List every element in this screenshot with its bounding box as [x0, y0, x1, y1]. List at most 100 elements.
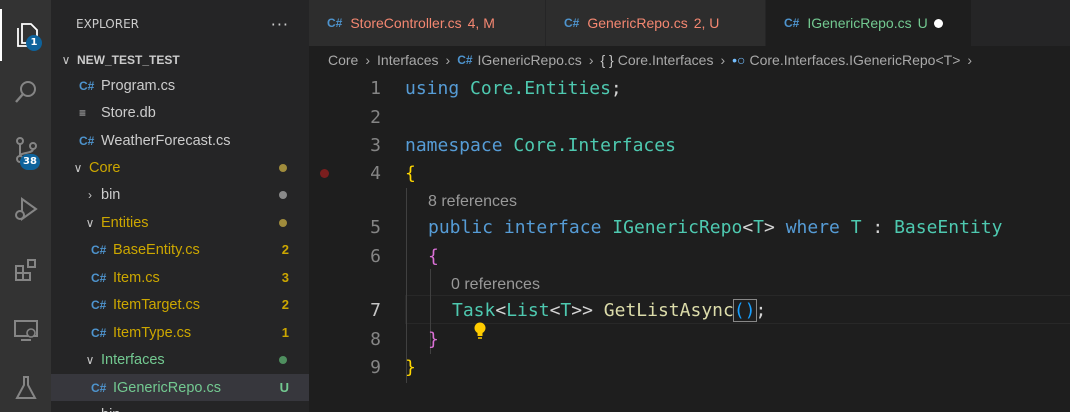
line-number: 2 — [370, 107, 381, 128]
folder-item[interactable]: ∨ Core — [51, 154, 309, 181]
chevron-down-icon: ∨ — [73, 160, 83, 175]
code-line: 3 namespace Core.Interfaces — [309, 131, 1070, 160]
tab-status: 4, M — [467, 15, 495, 31]
code-line: 9 } — [309, 353, 1070, 382]
problem-count: 2 — [281, 297, 289, 312]
file-item-selected[interactable]: C# IGenericRepo.cs U — [51, 374, 309, 401]
namespace-icon: { } — [600, 52, 614, 68]
breadcrumb-item[interactable]: Core.Interfaces — [618, 52, 714, 68]
file-label: BaseEntity.cs — [113, 241, 200, 258]
csharp-file-icon: C# — [564, 16, 580, 30]
tab-title: IGenericRepo.cs — [807, 15, 912, 31]
ignored-dot — [279, 190, 287, 199]
activity-bar: 1 38 — [0, 0, 51, 412]
source-control-icon[interactable]: 38 — [0, 124, 51, 176]
file-label: Store.db — [101, 104, 156, 121]
breadcrumb-item[interactable]: Interfaces — [377, 52, 438, 68]
chevron-down-icon: ∨ — [61, 52, 71, 67]
code-line: 6 { — [309, 242, 1070, 271]
tab-genericrepo[interactable]: C# GenericRepo.cs 2, U — [546, 0, 766, 46]
line-number: 4 — [370, 163, 381, 184]
code-text: } — [428, 329, 439, 350]
codelens-references[interactable]: 0 references — [451, 271, 540, 299]
untracked-badge: U — [279, 380, 289, 395]
folder-item[interactable]: ∨ Entities — [51, 209, 309, 236]
line-number: 8 — [370, 329, 381, 350]
chevron-down-icon: ∨ — [85, 215, 95, 230]
problem-count: 3 — [281, 270, 289, 285]
modified-dot — [279, 163, 287, 172]
folder-item[interactable]: › bin — [51, 401, 309, 412]
csharp-file-icon: C# — [91, 325, 107, 340]
database-file-icon: ≡ — [79, 105, 87, 120]
code-line: 2 — [309, 103, 1070, 132]
tab-status: 2, U — [693, 15, 720, 31]
extensions-icon[interactable] — [0, 244, 51, 296]
chevron-right-icon: › — [83, 408, 97, 412]
tab-title: StoreController.cs — [350, 15, 462, 31]
file-item[interactable]: C# BaseEntity.cs 2 — [51, 236, 309, 263]
chevron-right-icon: › — [967, 52, 973, 68]
code-text: public interface IGenericRepo<T> where T… — [428, 217, 1003, 238]
breakpoint-icon[interactable] — [320, 169, 329, 178]
folder-label: Entities — [101, 214, 149, 231]
testing-icon[interactable] — [0, 362, 51, 412]
workspace-folder[interactable]: ∨ NEW_TEST_TEST — [51, 46, 309, 73]
remote-explorer-icon[interactable] — [0, 304, 51, 356]
chevron-right-icon: › — [588, 52, 594, 68]
explorer-sidebar: EXPLORER ··· ∨ NEW_TEST_TEST C# Program.… — [51, 0, 309, 412]
file-item[interactable]: C# ItemType.cs 1 — [51, 319, 309, 346]
code-line: 1 using Core.Entities; — [309, 74, 1070, 103]
csharp-file-icon: C# — [784, 16, 800, 30]
chevron-right-icon: › — [88, 187, 92, 202]
file-label: Item.cs — [113, 269, 160, 286]
breadcrumb-item[interactable]: IGenericRepo.cs — [478, 52, 582, 68]
codelens-references[interactable]: 8 references — [428, 188, 517, 216]
file-item[interactable]: C# Item.cs 3 — [51, 264, 309, 291]
folder-label: Interfaces — [101, 351, 165, 368]
code-line: 7 Task<List<T>> GetListAsync(); — [309, 296, 1070, 339]
file-item[interactable]: ≡ Store.db — [51, 99, 309, 126]
breadcrumb-item[interactable]: Core.Interfaces.IGenericRepo<T> — [749, 52, 960, 68]
breadcrumb-item[interactable]: Core — [328, 52, 358, 68]
search-icon[interactable] — [0, 66, 51, 118]
csharp-file-icon: C# — [79, 78, 95, 93]
editor-tabs: C# StoreController.cs 4, M C# GenericRep… — [309, 0, 1070, 46]
scm-badge: 38 — [20, 154, 40, 170]
explorer-title: EXPLORER — [76, 17, 139, 31]
folder-label: Core — [89, 159, 121, 176]
folder-label: bin — [101, 186, 121, 203]
tab-igenericrepo[interactable]: C# IGenericRepo.cs U — [766, 0, 972, 46]
file-item[interactable]: C# Program.cs — [51, 72, 309, 99]
line-number: 1 — [370, 78, 381, 99]
explorer-icon[interactable]: 1 — [0, 9, 51, 61]
tab-status: U — [917, 15, 928, 31]
code-text: { — [405, 163, 416, 184]
file-label: ItemTarget.cs — [113, 296, 201, 313]
file-item[interactable]: C# WeatherForecast.cs — [51, 127, 309, 154]
csharp-file-icon: C# — [91, 270, 107, 285]
more-actions-icon[interactable]: ··· — [271, 15, 289, 34]
problem-count: 2 — [281, 242, 289, 257]
explorer-badge: 1 — [26, 35, 42, 51]
code-line: 4 { — [309, 159, 1070, 188]
csharp-file-icon: C# — [327, 16, 343, 30]
tab-storecontroller[interactable]: C# StoreController.cs 4, M — [309, 0, 546, 46]
run-debug-icon[interactable] — [0, 183, 51, 235]
code-editor[interactable]: 1 using Core.Entities; 2 3 namespace Cor… — [309, 74, 1070, 412]
untracked-dot — [279, 355, 287, 364]
code-text: Task<List<T>> GetListAsync(); — [452, 299, 767, 322]
tab-title: GenericRepo.cs — [587, 15, 688, 31]
folder-item[interactable]: › bin — [51, 181, 309, 208]
folder-item[interactable]: ∨ Interfaces — [51, 346, 309, 373]
unsaved-dot-icon[interactable] — [933, 18, 943, 28]
chevron-right-icon: › — [720, 52, 726, 68]
breadcrumb: Core › Interfaces › C# IGenericRepo.cs ›… — [309, 46, 1070, 74]
csharp-file-icon: C# — [91, 380, 107, 395]
folder-label: bin — [101, 407, 309, 412]
interface-icon: •○ — [732, 52, 746, 68]
explorer-header: EXPLORER ··· — [51, 0, 309, 48]
line-number: 6 — [370, 246, 381, 267]
file-item[interactable]: C# ItemTarget.cs 2 — [51, 291, 309, 318]
code-text: namespace Core.Interfaces — [405, 135, 676, 156]
